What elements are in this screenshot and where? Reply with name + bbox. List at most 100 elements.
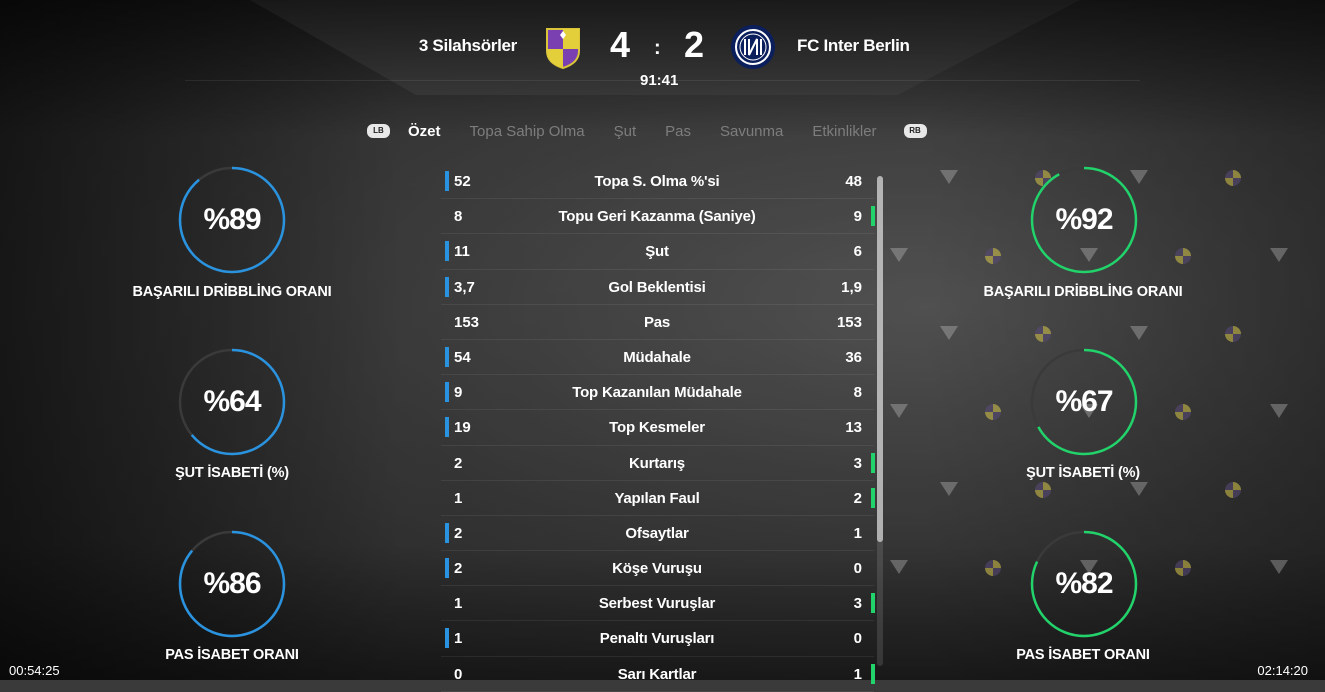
home-score: 4	[610, 24, 631, 65]
stats-row: 11 Şut 6	[441, 234, 874, 270]
stats-row: 2 Kurtarış 3	[441, 446, 875, 481]
home-lead-indicator	[445, 171, 449, 191]
away-stat-value: 2	[853, 489, 862, 507]
stats-scrollbar-thumb[interactable]	[877, 176, 883, 542]
home-team-name: 3 Silahsörler	[418, 36, 517, 55]
home-lead-indicator	[445, 628, 449, 649]
stats-row: 3,7 Gol Beklentisi 1,9	[441, 270, 874, 305]
elapsed-time-right: 02:14:20	[1257, 663, 1308, 678]
pattern-mark	[940, 170, 958, 184]
scoreboard-header: 3 Silahsörler 4 : 2 FC Inter Berlin 91:4…	[0, 0, 1325, 95]
away-lead-indicator	[871, 663, 875, 684]
pattern-mark	[890, 404, 908, 418]
away-team-name: FC Inter Berlin	[797, 36, 910, 55]
stats-row: 52 Topa S. Olma %'si 48	[441, 164, 874, 200]
stat-label: Top Kesmeler	[609, 419, 705, 437]
home-shot-accuracy-label: ŞUT İSABETİ (%)	[175, 465, 289, 481]
home-stat-value: 2	[454, 560, 463, 578]
home-lead-indicator	[445, 558, 449, 579]
stats-row: 1 Yapılan Faul 2	[441, 481, 875, 516]
tab-possession[interactable]: Topa Sahip Olma	[470, 123, 585, 140]
home-stat-value: 2	[454, 454, 463, 472]
home-dribbling-gauge: %89	[178, 166, 286, 274]
tab-passes[interactable]: Pas	[665, 123, 691, 140]
away-lead-indicator	[871, 206, 875, 227]
away-stat-value: 0	[853, 560, 862, 578]
away-shot-accuracy-gauge: %67	[1030, 348, 1138, 456]
stats-row: 8 Topu Geri Kazanma (Saniye) 9	[441, 199, 875, 235]
home-pass-accuracy-value: %86	[203, 567, 261, 600]
header-divider	[185, 80, 1140, 81]
pattern-mark	[985, 560, 1001, 576]
away-stat-value: 6	[853, 243, 862, 261]
pattern-mark	[940, 482, 958, 496]
home-stat-value: 54	[454, 348, 471, 366]
home-dribbling-label: BAŞARILI DRİBBLİNG ORANI	[132, 284, 332, 300]
stat-label: Sarı Kartlar	[617, 665, 697, 683]
away-stat-value: 3	[853, 454, 862, 472]
home-lead-indicator	[445, 522, 449, 543]
stats-row: 0 Sarı Kartlar 1	[441, 657, 875, 692]
away-pass-accuracy-gauge: %82	[1030, 530, 1138, 638]
stat-label: Kurtarış	[629, 454, 685, 472]
stats-row: 2 Ofsaytlar 1	[441, 516, 874, 552]
away-stat-value: 9	[853, 208, 862, 226]
pattern-mark	[1225, 482, 1241, 498]
away-pass-accuracy-label: PAS İSABET ORANI	[1016, 647, 1150, 663]
stat-label: Top Kazanılan Müdahale	[572, 384, 742, 402]
away-stat-value: 1	[853, 524, 862, 542]
home-lead-indicator	[445, 276, 449, 297]
home-lead-indicator	[445, 382, 449, 403]
home-lead-indicator	[445, 346, 449, 367]
tab-events[interactable]: Etkinlikler	[812, 123, 876, 140]
home-stat-value: 2	[454, 524, 463, 542]
home-stat-value: 1	[454, 489, 463, 507]
stat-label: Pas	[643, 313, 671, 331]
pattern-mark	[1225, 170, 1241, 186]
tab-defense[interactable]: Savunma	[720, 123, 783, 140]
stats-row: 153 Pas 153	[441, 305, 874, 340]
pattern-mark	[1175, 560, 1191, 576]
home-stat-value: 1	[454, 630, 463, 648]
away-stat-value: 8	[853, 384, 862, 402]
home-stat-value: 9	[454, 384, 463, 402]
home-team-crest-icon	[546, 28, 580, 69]
tab-ozet[interactable]: Özet	[408, 123, 441, 140]
pattern-mark	[1035, 482, 1051, 498]
pattern-mark	[1270, 404, 1288, 418]
pattern-mark	[1225, 326, 1241, 342]
stat-label: Ofsaytlar	[625, 524, 689, 542]
pattern-mark	[1130, 326, 1148, 340]
stat-label: Serbest Vuruşlar	[598, 595, 716, 613]
away-lead-indicator	[871, 487, 875, 508]
stat-label: Topu Geri Kazanma (Saniye)	[558, 208, 756, 226]
away-lead-indicator	[871, 593, 875, 614]
home-shot-accuracy-value: %64	[203, 385, 261, 418]
home-stat-value: 19	[454, 419, 471, 437]
away-stat-value: 1	[853, 665, 862, 683]
score-separator: :	[654, 37, 661, 59]
pattern-mark	[1270, 560, 1288, 574]
away-shot-accuracy-value: %67	[1055, 385, 1113, 418]
home-pass-accuracy-label: PAS İSABET ORANI	[165, 647, 299, 663]
pattern-mark	[985, 248, 1001, 264]
away-team-crest-icon	[731, 25, 775, 69]
pattern-mark	[1130, 482, 1148, 496]
away-stat-value: 13	[845, 419, 862, 437]
home-stat-value: 3,7	[454, 278, 475, 296]
home-stat-value: 11	[454, 243, 470, 261]
home-dribbling-value: %89	[203, 203, 261, 236]
tab-shots[interactable]: Şut	[614, 123, 637, 140]
stat-label: Yapılan Faul	[614, 489, 700, 507]
pattern-mark	[890, 248, 908, 262]
lb-button-icon[interactable]: LB	[367, 124, 390, 138]
away-stat-value: 36	[845, 348, 862, 366]
home-stat-value: 1	[454, 595, 463, 613]
home-lead-indicator	[445, 417, 449, 438]
stats-row: 19 Top Kesmeler 13	[441, 410, 874, 446]
stats-scrollbar[interactable]	[877, 176, 883, 666]
elapsed-time-left: 00:54:25	[9, 663, 60, 678]
stats-tab-bar: LB Özet Topa Sahip Olma Şut Pas Savunma …	[367, 120, 927, 142]
rb-button-icon[interactable]: RB	[903, 124, 927, 138]
pattern-mark	[1175, 248, 1191, 264]
